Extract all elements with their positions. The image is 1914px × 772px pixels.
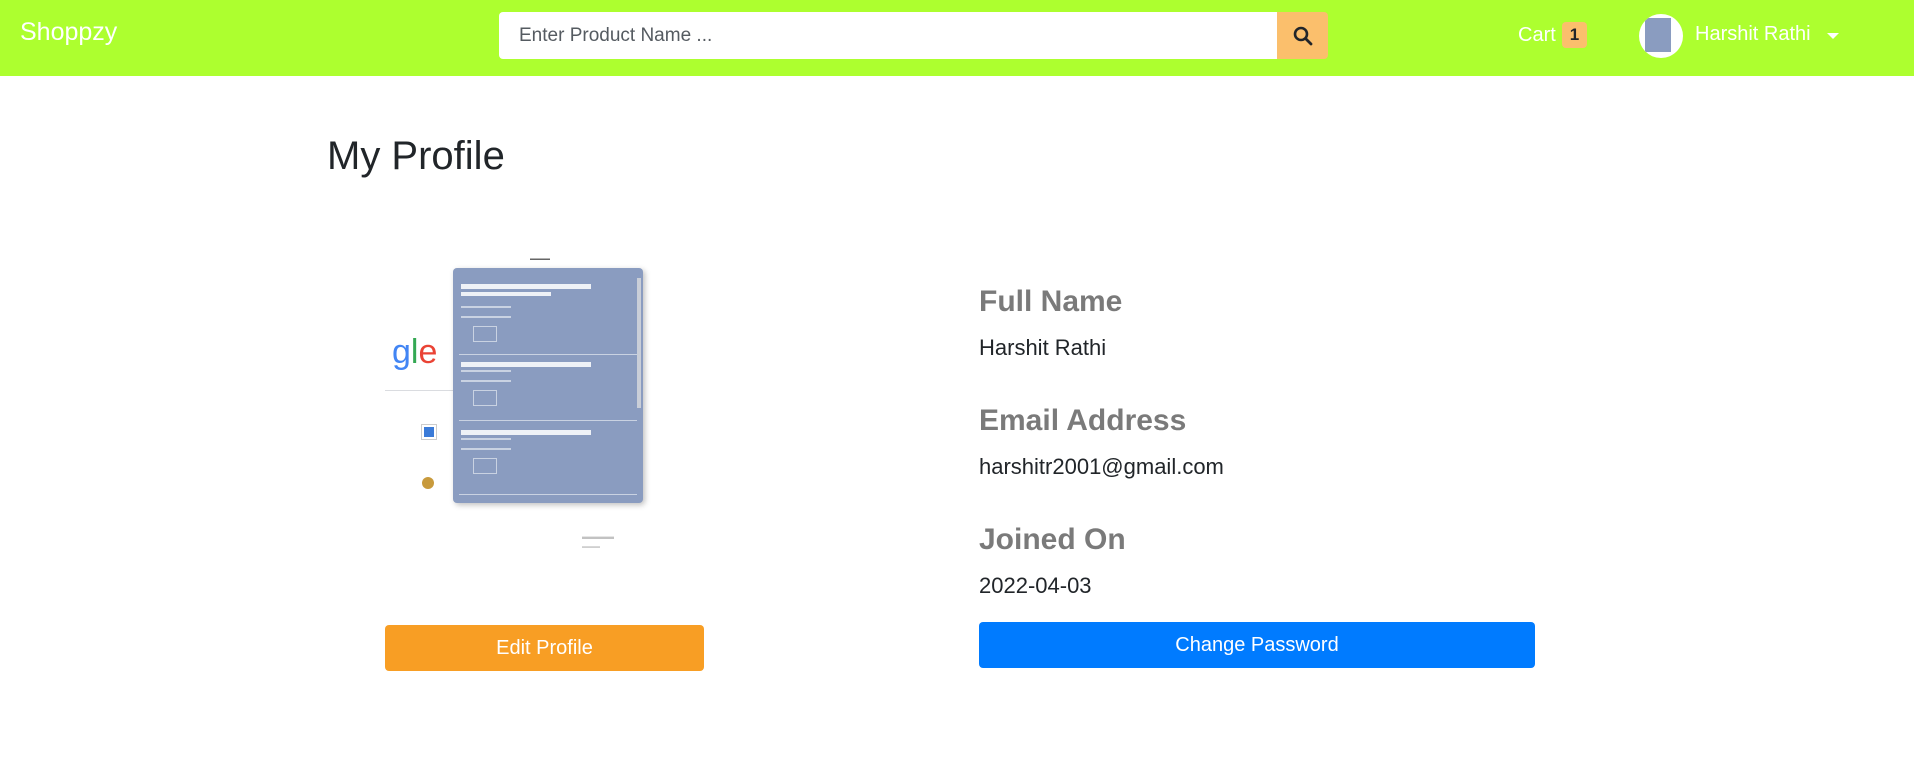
joined-on-label: Joined On xyxy=(979,523,1126,556)
google-logo-fragment: gle xyxy=(392,333,438,371)
search-bar xyxy=(499,12,1328,59)
search-icon xyxy=(1293,26,1312,45)
email-value: harshitr2001@gmail.com xyxy=(979,454,1224,479)
app-icon xyxy=(422,477,434,489)
profile-image: gle ▬▬▬▬ ▬▬▬▬ ▬▬▬ xyxy=(385,240,655,570)
caret-down-icon xyxy=(1827,33,1839,39)
page-title: My Profile xyxy=(327,134,505,178)
search-button[interactable] xyxy=(1277,12,1328,59)
cart-link[interactable]: Cart 1 xyxy=(1518,22,1588,48)
popup-title: ▬▬▬▬ xyxy=(530,256,550,262)
edit-profile-button[interactable]: Edit Profile xyxy=(385,625,704,671)
full-name-value: Harshit Rathi xyxy=(979,335,1107,360)
full-name-label: Full Name xyxy=(979,285,1123,318)
brand-logo[interactable]: Shoppzy xyxy=(20,18,117,47)
avatar xyxy=(1639,14,1683,58)
user-name: Harshit Rathi xyxy=(1695,23,1811,45)
screenshot-popup xyxy=(453,268,643,503)
watermark: ▬▬▬▬ xyxy=(582,532,614,541)
joined-on-value: 2022-04-03 xyxy=(979,573,1092,598)
search-input[interactable] xyxy=(499,12,1277,59)
linkedin-icon xyxy=(422,425,436,439)
change-password-button[interactable]: Change Password xyxy=(979,622,1535,668)
cart-label: Cart xyxy=(1518,24,1556,46)
email-label: Email Address xyxy=(979,404,1187,437)
cart-count-badge: 1 xyxy=(1561,22,1588,48)
navbar: Shoppzy Cart1 Harshit Rathi xyxy=(0,0,1914,76)
watermark-sub: ▬▬▬ xyxy=(582,544,600,550)
